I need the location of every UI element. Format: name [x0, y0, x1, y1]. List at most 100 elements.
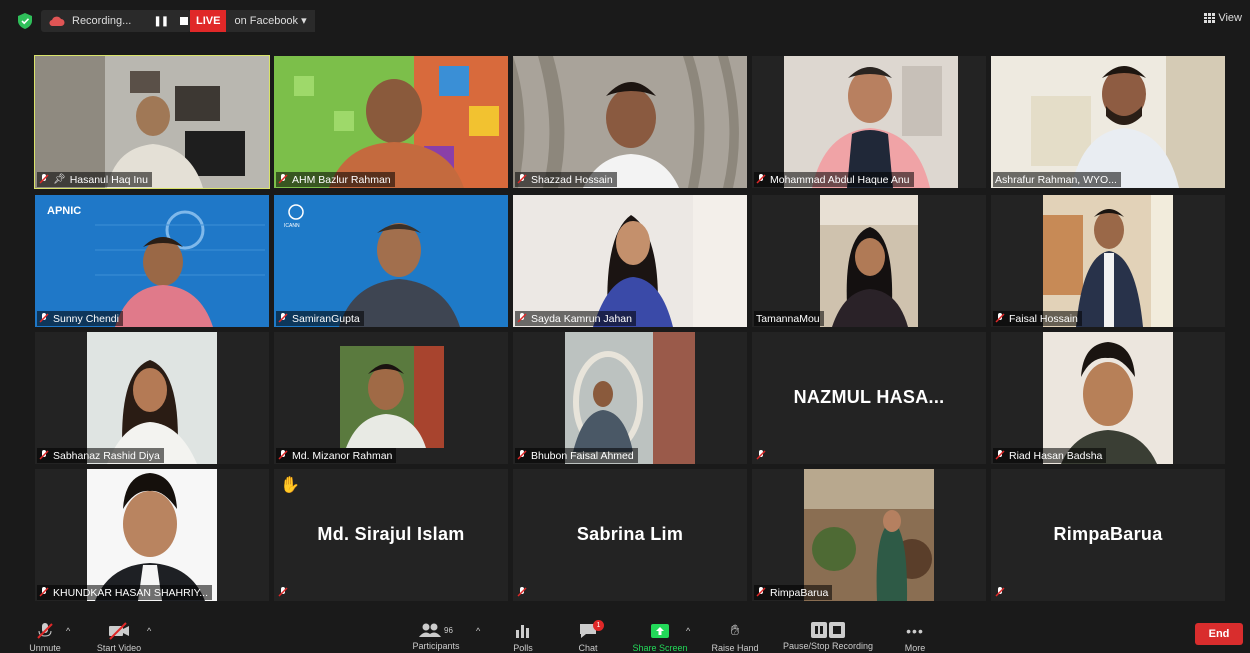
unmute-button[interactable]: Unmute [28, 622, 62, 653]
participant-name: Hasanul Haq Inu [69, 173, 148, 186]
video-tile[interactable]: Faisal Hossain [991, 195, 1225, 327]
participant-video [513, 195, 747, 327]
muted-mic-icon [37, 623, 53, 639]
share-screen-label: Share Screen [632, 643, 688, 653]
muted-mic-icon [517, 313, 527, 323]
participant-video [35, 332, 269, 464]
muted-mic-icon [995, 313, 1005, 323]
participant-video [991, 332, 1225, 464]
pause-stop-recording-button[interactable]: Pause/Stop Recording [776, 622, 880, 651]
muted-mic-icon [517, 450, 527, 460]
muted-mic-icon [517, 174, 527, 184]
video-tile[interactable]: Sayda Kamrun Jahan [513, 195, 747, 327]
participant-display-name: Sabrina Lim [576, 524, 684, 544]
video-tile[interactable]: APNIC Sunny Chendi [35, 195, 269, 327]
video-off-icon [109, 622, 129, 640]
pause-recording-icon[interactable]: ❚❚ [153, 16, 169, 27]
participant-name: Sabhanaz Rashid Diya [53, 449, 160, 462]
participant-name: Sunny Chendi [53, 312, 119, 325]
video-tile[interactable]: NAZMUL HASA... [752, 332, 986, 464]
video-tile[interactable]: Sabhanaz Rashid Diya [35, 332, 269, 464]
participants-icon [419, 623, 442, 637]
participant-video [752, 469, 986, 601]
raised-hand-icon: ✋ [280, 477, 300, 494]
live-target-label: on Facebook [234, 15, 299, 27]
muted-mic-icon [995, 450, 1005, 460]
gallery-view-icon [1204, 13, 1216, 23]
more-dots-icon: ••• [906, 623, 924, 639]
polls-button[interactable]: Polls [508, 622, 538, 653]
zoom-meeting-window: Recording... ❚❚ LIVE on Facebook ▾ View … [8, 6, 1250, 653]
raise-hand-label: Raise Hand [711, 643, 759, 653]
apnic-logo: APNIC [47, 205, 82, 217]
more-button[interactable]: ••• More [900, 622, 930, 653]
video-tile[interactable]: Mohammad Abdul Haque Anu [752, 56, 986, 188]
raise-hand-icon: ✋︎ [730, 622, 740, 639]
participant-video [752, 195, 986, 327]
share-screen-button[interactable]: Share Screen [628, 622, 692, 653]
view-label: View [1218, 12, 1242, 24]
muted-mic-icon [278, 313, 288, 323]
video-tile[interactable]: RimpaBarua [752, 469, 986, 601]
muted-mic-icon [756, 587, 766, 597]
participants-button[interactable]: 96 Participants [411, 622, 461, 651]
participant-video [513, 56, 747, 188]
participant-name-bar: Sunny Chendi [37, 311, 123, 326]
participant-name-bar: 📌︎ Hasanul Haq Inu [37, 172, 152, 187]
participant-name-bar: RimpaBarua [754, 585, 833, 600]
video-tile[interactable]: TamannaMou [752, 195, 986, 327]
video-tile[interactable]: Sabrina Lim [513, 469, 747, 601]
participant-name: Faisal Hossain [1009, 312, 1078, 325]
security-shield-icon[interactable] [18, 13, 32, 29]
pin-icon: 📌︎ [53, 174, 66, 185]
muted-mic-icon [278, 450, 288, 460]
video-options-chevron-icon[interactable]: ^ [147, 626, 151, 636]
share-options-chevron-icon[interactable]: ^ [686, 626, 690, 636]
muted-mic-icon [39, 587, 49, 597]
participant-name: Ashrafur Rahman, WYO... [995, 173, 1117, 186]
participants-chevron-icon[interactable]: ^ [476, 626, 480, 636]
participant-name: Riad Hasan Badsha [1009, 449, 1103, 462]
muted-mic-icon [39, 313, 49, 323]
start-video-button[interactable]: Start Video [93, 622, 145, 653]
participant-name: Bhubon Faisal Ahmed [531, 449, 634, 462]
recording-indicator: Recording... ❚❚ [41, 10, 191, 32]
video-tile[interactable]: Shazzad Hossain [513, 56, 747, 188]
start-video-label: Start Video [96, 643, 142, 653]
participant-name-bar: SamiranGupta [276, 311, 364, 326]
chat-button[interactable]: 1 Chat [573, 620, 604, 653]
more-label: More [904, 643, 926, 653]
participant-name: Mohammad Abdul Haque Anu [770, 173, 910, 186]
stop-recording-icon[interactable] [180, 17, 189, 25]
raise-hand-button[interactable]: ✋︎ Raise Hand [708, 622, 762, 653]
video-tile[interactable]: KHUNDKAR HASAN SHAHRIY... [35, 469, 269, 601]
live-target-dropdown[interactable]: on Facebook ▾ [226, 10, 315, 32]
video-tile[interactable]: ICANN SamiranGupta [274, 195, 508, 327]
muted-mic-icon [756, 450, 766, 460]
video-tile[interactable]: RimpaBarua [991, 469, 1225, 601]
video-tile[interactable]: AHM Bazlur Rahman [274, 56, 508, 188]
video-tile[interactable]: Ashrafur Rahman, WYO... [991, 56, 1225, 188]
participant-name-bar: Faisal Hossain [993, 311, 1082, 326]
muted-mic-icon [278, 174, 288, 184]
participant-name-bar: Sayda Kamrun Jahan [515, 311, 636, 326]
video-tile[interactable]: 📌︎ Hasanul Haq Inu [34, 55, 270, 189]
participants-count: 96 [444, 625, 453, 635]
chat-notification-badge: 1 [593, 620, 604, 631]
participant-name-bar: TamannaMou [754, 311, 824, 326]
polls-label: Polls [513, 643, 533, 653]
unmute-label: Unmute [29, 643, 61, 653]
participant-name-bar: Riad Hasan Badsha [993, 448, 1107, 463]
muted-mic-icon [995, 587, 1005, 597]
participant-name-bar: Mohammad Abdul Haque Anu [754, 172, 914, 187]
video-tile[interactable]: Md. Mizanor Rahman [274, 332, 508, 464]
end-meeting-button[interactable]: End [1195, 623, 1243, 645]
view-button[interactable]: View [1204, 12, 1242, 24]
audio-options-chevron-icon[interactable]: ^ [66, 626, 70, 636]
video-tile[interactable]: Riad Hasan Badsha [991, 332, 1225, 464]
chevron-down-icon: ▾ [301, 15, 307, 27]
participant-name-bar: Sabhanaz Rashid Diya [37, 448, 164, 463]
video-tile[interactable]: Bhubon Faisal Ahmed [513, 332, 747, 464]
live-stream-indicator[interactable]: LIVE on Facebook ▾ [190, 10, 315, 32]
video-tile[interactable]: ✋ Md. Sirajul Islam [274, 469, 508, 601]
